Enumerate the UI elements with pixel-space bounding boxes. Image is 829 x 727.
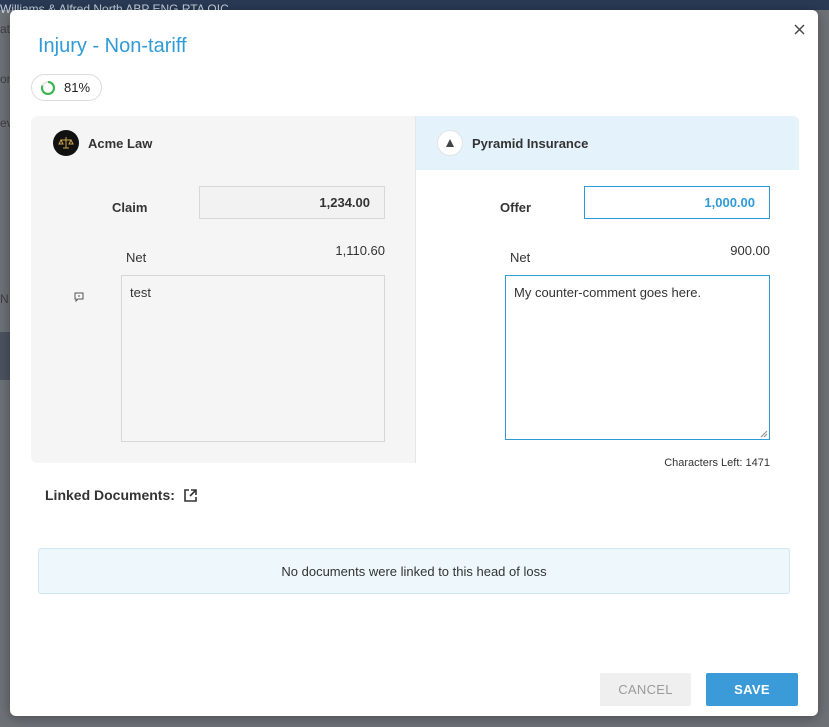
- pyramid-icon: [446, 139, 454, 147]
- negotiation-panels: Acme Law Claim 1,234.00 Net 1,110.60 tes…: [31, 116, 799, 469]
- save-button[interactable]: SAVE: [706, 673, 798, 706]
- linked-documents-heading: Linked Documents:: [45, 487, 198, 503]
- resize-grip-icon[interactable]: [760, 430, 768, 438]
- offer-net-label: Net: [510, 250, 531, 265]
- claim-net-value: 1,110.60: [335, 243, 385, 258]
- background-fragment: N: [0, 292, 9, 306]
- claim-net-label: Net: [126, 250, 147, 265]
- insurer-name: Pyramid Insurance: [472, 135, 589, 151]
- linked-documents-label: Linked Documents:: [45, 487, 175, 503]
- close-icon: [794, 24, 804, 34]
- linked-documents-empty-state: No documents were linked to this head of…: [38, 548, 790, 594]
- claim-label: Claim: [112, 200, 148, 215]
- background-fragment: at: [0, 22, 11, 36]
- scales-icon: [58, 137, 74, 149]
- counter-comment-text: My counter-comment goes here.: [514, 285, 702, 300]
- progress-label: 81%: [64, 80, 91, 95]
- claimant-panel: Acme Law Claim 1,234.00 Net 1,110.60 tes…: [31, 116, 415, 463]
- offer-net-value: 900.00: [730, 243, 770, 258]
- injury-modal: Injury - Non-tariff 81% Acme Law Claim 1…: [10, 10, 818, 716]
- modal-title: Injury - Non-tariff: [38, 35, 187, 57]
- background-header: Williams & Alfred North ABP ENG RTA OIC: [0, 0, 829, 16]
- pyramid-insurance-logo: [437, 130, 463, 156]
- empty-state-message: No documents were linked to this head of…: [281, 563, 547, 579]
- external-link-icon[interactable]: [183, 488, 198, 503]
- comment-icon: [74, 292, 84, 302]
- acme-law-logo: [53, 130, 79, 156]
- claim-amount-field: 1,234.00: [199, 186, 385, 219]
- claimant-name: Acme Law: [88, 135, 153, 151]
- claimant-comment: test: [121, 275, 385, 442]
- offer-label: Offer: [500, 200, 532, 215]
- offer-amount-input[interactable]: 1,000.00: [584, 186, 770, 219]
- counter-comment-textarea[interactable]: My counter-comment goes here.: [505, 275, 770, 440]
- progress-ring-icon: [41, 80, 55, 95]
- close-button[interactable]: [790, 20, 808, 38]
- insurer-panel: Pyramid Insurance Offer 1,000.00 Net 900…: [415, 116, 799, 469]
- cancel-button[interactable]: CANCEL: [600, 673, 691, 706]
- insurer-party: Pyramid Insurance: [437, 130, 588, 156]
- claimant-party: Acme Law: [53, 130, 152, 156]
- characters-left: Characters Left: 1471: [664, 457, 770, 469]
- progress-badge: 81%: [31, 74, 102, 101]
